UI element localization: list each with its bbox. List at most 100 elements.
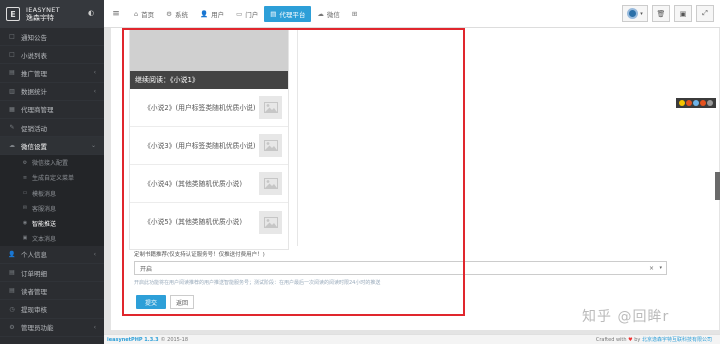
scroll-top-handle[interactable] [715, 172, 720, 200]
sidebar-item-novels[interactable]: □ 小说列表 [0, 46, 104, 65]
sidebar-subitem-custom-menu[interactable]: ≡ 生成自定义菜单 [0, 170, 104, 186]
sidebar-item-wechat-settings[interactable]: ☁ 微信设置 ⌄ [0, 137, 104, 156]
sidebar-item-agents[interactable]: ▦ 代理商管理 [0, 101, 104, 119]
tool-dot-icon[interactable] [685, 100, 692, 106]
tab-label: 门户 [245, 10, 259, 19]
brand-name-cn: 逸森宇特 [26, 14, 54, 22]
menu-icon: ≡ [22, 174, 28, 181]
portal-icon: ▭ [236, 9, 243, 18]
sidebar-subitem-text-message[interactable]: ▣ 文本消息 [0, 230, 104, 246]
tab-label: 用户 [211, 10, 225, 19]
sidebar-subitem-template-message[interactable]: ▭ 模板消息 [0, 185, 104, 201]
list-item: 《小说2》(用户标签类随机优质小说) [130, 89, 288, 127]
sidebar-item-label: 提现审核 [21, 306, 47, 315]
tool-dot-icon[interactable] [700, 100, 707, 106]
sidebar-subitem-customer-message[interactable]: ✉ 客服消息 [0, 200, 104, 216]
tool-dot-icon[interactable] [678, 100, 685, 106]
tab-extra[interactable]: ⊞ [346, 5, 366, 23]
sidebar-subitem-smart-push[interactable]: ◉ 智能推送 [0, 215, 104, 231]
tab-home[interactable]: ⌂ 首页 [128, 5, 160, 23]
chevron-left-icon: ‹ [93, 250, 96, 258]
tab-agent-platform[interactable]: ▤ 代理平台 [264, 5, 312, 22]
window-icon: ▣ [679, 9, 687, 18]
avatar [627, 8, 639, 19]
tab-system[interactable]: ⚙ 系统 [160, 5, 194, 23]
preview-cover-image [130, 29, 288, 71]
select-value: 开启 [140, 265, 153, 273]
clear-cache-button[interactable]: 🗑 [652, 5, 670, 22]
brand[interactable]: E IEASYNET 逸森宇特 ◐ [0, 0, 104, 28]
sidebar-item-label: 推广管理 [21, 69, 47, 78]
footer: ieasynetPHP 1.3.3 © 2015-18 Crafted with… [104, 334, 720, 344]
sidebar-subitem-label: 文本消息 [32, 235, 57, 243]
fullscreen-button[interactable]: ⤢ [696, 5, 714, 22]
sidebar-item-label: 个人信息 [21, 251, 47, 260]
pencil-icon: ✎ [9, 124, 15, 132]
preview-item-title: 《小说5》(其他类随机优质小说) [144, 218, 242, 226]
sidebar-item-label: 订单明细 [21, 269, 47, 278]
top-right-controls: ▾ 🗑 ▣ ⤢ [622, 5, 714, 22]
document-icon: □ [9, 33, 15, 41]
preview-item-title: 《小说4》(其他类随机优质小说) [144, 179, 242, 188]
template-icon: ▭ [22, 190, 28, 197]
tab-portal[interactable]: ▭ 门户 [230, 5, 264, 23]
submit-button[interactable]: 提交 [136, 295, 166, 309]
preview-heading: 继续阅读：《小说1》 [130, 71, 288, 89]
clear-icon[interactable]: × [649, 265, 654, 272]
tab-wechat[interactable]: ☁ 微信 [311, 5, 346, 23]
watermark: 知乎 @回眸r [582, 309, 670, 325]
top-nav: ⌂ 首页 ⚙ 系统 👤 用户 ▭ 门户 ▤ 代理平台 ☁ 微信 ⊞ [128, 0, 366, 28]
tab-label: 微信 [326, 10, 340, 19]
chevron-left-icon: ‹ [93, 323, 96, 331]
user-icon: 👤 [8, 250, 16, 258]
brand-text: IEASYNET 逸森宇特 [26, 6, 60, 22]
footer-by: by [634, 337, 641, 343]
sidebar-subitem-label: 客服消息 [32, 205, 57, 213]
heart-icon: ♥ [628, 337, 633, 343]
sidebar-item-label: 管理员功能 [21, 324, 54, 333]
list-item: 《小说5》(其他类随机优质小说) [130, 203, 288, 241]
sidebar-subitem-label: 微信接入配置 [32, 160, 69, 168]
sidebar-item-readers[interactable]: ▤ 读者管理 [0, 282, 104, 301]
tab-users[interactable]: 👤 用户 [194, 5, 230, 23]
hamburger-icon[interactable]: ≡ [104, 9, 128, 19]
tool-dot-icon[interactable] [692, 100, 699, 106]
sidebar-item-orders[interactable]: ▤ 订单明细 [0, 264, 104, 283]
caret-down-icon: ▾ [640, 10, 643, 17]
sidebar-item-admin[interactable]: ⚙ 管理员功能 ‹ [0, 319, 104, 337]
footer-company-link[interactable]: 北京逸森宇特互联科技有限公司 [642, 337, 712, 343]
push-preview: 继续阅读：《小说1》 《小说2》(用户标签类随机优质小说) 《小说3》(用户标签… [129, 28, 289, 250]
brand-logo: E [6, 7, 20, 21]
back-button[interactable]: 返回 [170, 295, 194, 309]
sidebar-item-profile[interactable]: 👤 个人信息 ‹ [0, 246, 104, 265]
sidebar-item-label: 微信设置 [21, 142, 47, 151]
sidebar-item-promotions[interactable]: ✎ 促销活动 [0, 119, 104, 138]
sidebar-item-withdraw[interactable]: ◷ 提现审核 [0, 300, 104, 319]
tab-label: 代理平台 [279, 10, 306, 19]
wechat-icon: ☁ [9, 142, 15, 150]
platform-icon: ▤ [270, 9, 277, 18]
sidebar-item-label: 小说列表 [21, 51, 47, 60]
recommend-select[interactable]: 开启 × ▾ [134, 261, 667, 275]
chevron-down-icon[interactable]: ▾ [659, 265, 662, 271]
footer-crafted: Crafted with [595, 337, 627, 343]
sidebar-item-statistics[interactable]: ▥ 数据统计 ‹ [0, 83, 104, 101]
sidebar-item-label: 读者管理 [21, 287, 47, 296]
user-menu-button[interactable]: ▾ [622, 5, 648, 22]
brand-dropdown-icon[interactable]: ◐ [88, 9, 94, 17]
sidebar-item-promotion[interactable]: ▤ 推广管理 ‹ [0, 64, 104, 83]
sidebar-subitem-label: 模板消息 [32, 190, 57, 198]
lock-screen-button[interactable]: ▣ [674, 5, 692, 22]
tab-label: 首页 [141, 10, 155, 19]
fullscreen-icon: ⤢ [702, 9, 708, 17]
footer-credit: Crafted with ♥ by 北京逸森宇特互联科技有限公司 [596, 336, 712, 343]
trash-icon: 🗑 [656, 9, 666, 18]
floating-toolbar [676, 98, 716, 108]
footer-brand[interactable]: ieasynetPHP 1.3.3 [107, 337, 159, 343]
sidebar-item-notice[interactable]: □ 通知公告 [0, 28, 104, 47]
sidebar-subitem-wechat-config[interactable]: ⚙ 微信接入配置 [0, 155, 104, 171]
tool-dot-icon[interactable] [707, 100, 714, 106]
preview-item-title: 《小说3》(用户标签类随机优质小说) [144, 141, 256, 150]
list-icon: ▤ [9, 269, 15, 277]
document-icon: □ [9, 51, 15, 59]
